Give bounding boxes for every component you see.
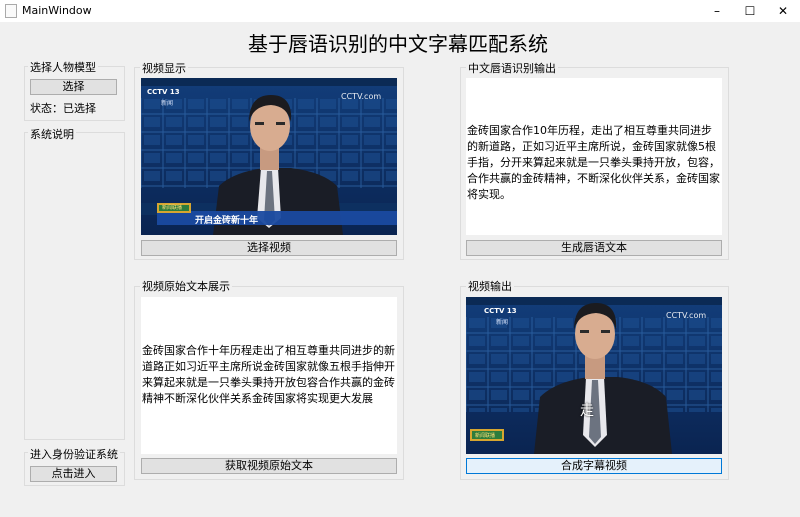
- window-titlebar: MainWindow – ☐ ✕: [0, 0, 800, 22]
- close-button[interactable]: ✕: [766, 0, 800, 22]
- system-info-group: [24, 132, 125, 440]
- lip-output-text: 金砖国家合作10年历程，走出了相互尊重共同进步的新道路，正如习近平主席所说，金砖…: [467, 124, 720, 201]
- lip-output-label: 中文唇语识别输出: [466, 60, 558, 76]
- get-original-text-button[interactable]: 获取视频原始文本: [141, 458, 397, 474]
- video-display-image: [141, 78, 397, 235]
- enter-verify-button[interactable]: 点击进入: [30, 466, 117, 482]
- compose-subtitle-video-button[interactable]: 合成字幕视频: [466, 458, 722, 474]
- system-info-label: 系统说明: [28, 126, 76, 142]
- verify-label: 进入身份验证系统: [28, 446, 120, 462]
- original-text-content: 金砖国家合作十年历程走出了相互尊重共同进步的新道路正如习近平主席所说金砖国家就像…: [142, 344, 395, 405]
- status-text: 状态：已选择: [30, 102, 96, 115]
- video-output-frame: CCTV 13 新闻 CCTV.com 新闻联播 走: [466, 297, 722, 454]
- video-display-label: 视频显示: [140, 60, 188, 76]
- select-video-button[interactable]: 选择视频: [141, 240, 397, 256]
- channel-sub: 新闻: [496, 319, 509, 326]
- minimize-button[interactable]: –: [700, 0, 734, 22]
- video-display-frame: CCTV 13 新闻 CCTV.com 新闻联播 开启金砖新十年: [141, 78, 397, 235]
- news-badge: 新闻联播: [162, 205, 183, 211]
- cctv-logo: CCTV.com: [341, 92, 382, 101]
- video-output-label: 视频输出: [466, 278, 514, 294]
- original-text-label: 视频原始文本展示: [140, 278, 232, 294]
- app-icon: [5, 4, 17, 18]
- generate-lip-text-button[interactable]: 生成唇语文本: [466, 240, 722, 256]
- app-title: 基于唇语识别的中文字幕匹配系统: [248, 32, 548, 56]
- video-subtitle: 走: [580, 403, 594, 419]
- maximize-button[interactable]: ☐: [733, 0, 767, 22]
- model-group-label: 选择人物模型: [28, 59, 98, 75]
- select-model-button[interactable]: 选择: [30, 79, 117, 95]
- news-badge: 新闻联播: [475, 433, 496, 439]
- original-text-textarea[interactable]: 金砖国家合作十年历程走出了相互尊重共同进步的新道路正如习近平主席所说金砖国家就像…: [141, 297, 397, 454]
- video-caption: 开启金砖新十年: [195, 216, 259, 226]
- channel-badge: CCTV 13: [147, 88, 180, 96]
- window-title: MainWindow: [22, 4, 92, 17]
- cctv-logo: CCTV.com: [666, 311, 707, 320]
- lip-output-textarea[interactable]: 金砖国家合作10年历程，走出了相互尊重共同进步的新道路，正如习近平主席所说，金砖…: [466, 78, 722, 235]
- channel-badge: CCTV 13: [484, 307, 517, 315]
- channel-sub: 新闻: [161, 100, 174, 107]
